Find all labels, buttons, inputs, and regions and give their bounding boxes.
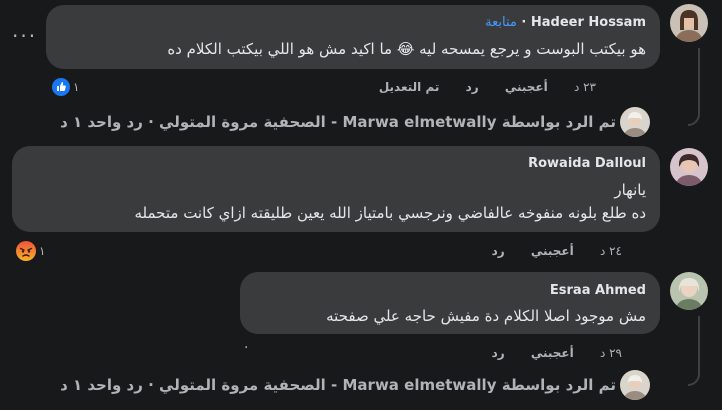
comment-text-line-1: يانهار	[614, 181, 646, 199]
comment-text-line-2: ده طلع بلونه منفوخه عالفاضي ونرجسي بامتي…	[134, 204, 647, 222]
comment-actions: ٢٣ د أعجبني رد تم التعديل	[357, 80, 596, 94]
comment-author[interactable]: Rowaida Dalloul	[528, 156, 646, 171]
comment-actions: ٢٤ د أعجبني رد	[470, 244, 622, 258]
comment-bubble: Hadeer Hossam · متابعة هو بيكتب البوست و…	[46, 5, 660, 69]
comment-author[interactable]: Esraa Ahmed	[550, 283, 646, 298]
reply-avatar[interactable]	[620, 107, 650, 137]
reply-indicator-dot: ·	[244, 340, 249, 356]
comment-time[interactable]: ٢٤ د	[600, 244, 622, 258]
reply-action[interactable]: رد	[492, 244, 505, 258]
comment-time[interactable]: ٢٣ د	[574, 80, 596, 94]
reply-thread-line	[688, 48, 700, 126]
comment-text: مش موجود اصلا الكلام دة مفيش حاجه علي صف…	[326, 307, 646, 325]
comment-bubble: Rowaida Dalloul يانهار ده طلع بلونه منفو…	[12, 146, 660, 232]
reaction-count: ١	[39, 244, 46, 258]
angry-reaction-icon	[16, 241, 36, 261]
reaction-count: ١	[73, 80, 80, 94]
like-action[interactable]: أعجبني	[531, 346, 574, 360]
reply-action[interactable]: رد	[492, 346, 505, 360]
comment-time[interactable]: ٢٩ د	[600, 346, 622, 360]
avatar[interactable]	[670, 148, 708, 186]
reaction-badge[interactable]: ١	[16, 241, 45, 261]
more-options-icon[interactable]: ···	[12, 24, 37, 48]
edited-label: تم التعديل	[378, 80, 440, 94]
view-replies-link[interactable]: تم الرد بواسطة Marwa elmetwally - الصحفي…	[60, 376, 616, 394]
avatar[interactable]	[670, 272, 708, 310]
reply-action[interactable]: رد	[466, 80, 479, 94]
like-reaction-icon	[52, 78, 70, 96]
reply-thread-line	[688, 316, 700, 386]
comment-author[interactable]: Hadeer Hossam	[531, 15, 646, 30]
comment-actions: ٢٩ د أعجبني رد	[470, 346, 622, 360]
follow-link[interactable]: متابعة	[485, 15, 517, 30]
view-replies-link[interactable]: تم الرد بواسطة Marwa elmetwally - الصحفي…	[60, 113, 616, 131]
separator: ·	[516, 15, 527, 30]
avatar[interactable]	[670, 4, 708, 42]
comment-text: هو بيكتب البوست و يرجع يمسحه ليه 😂 ما اك…	[167, 40, 646, 58]
like-action[interactable]: أعجبني	[505, 80, 548, 94]
comment-bubble: Esraa Ahmed مش موجود اصلا الكلام دة مفيش…	[240, 272, 660, 334]
reply-avatar[interactable]	[620, 370, 650, 400]
comment-author-header: Hadeer Hossam · متابعة	[485, 15, 646, 30]
like-action[interactable]: أعجبني	[531, 244, 574, 258]
reaction-badge[interactable]: ١	[52, 77, 79, 97]
